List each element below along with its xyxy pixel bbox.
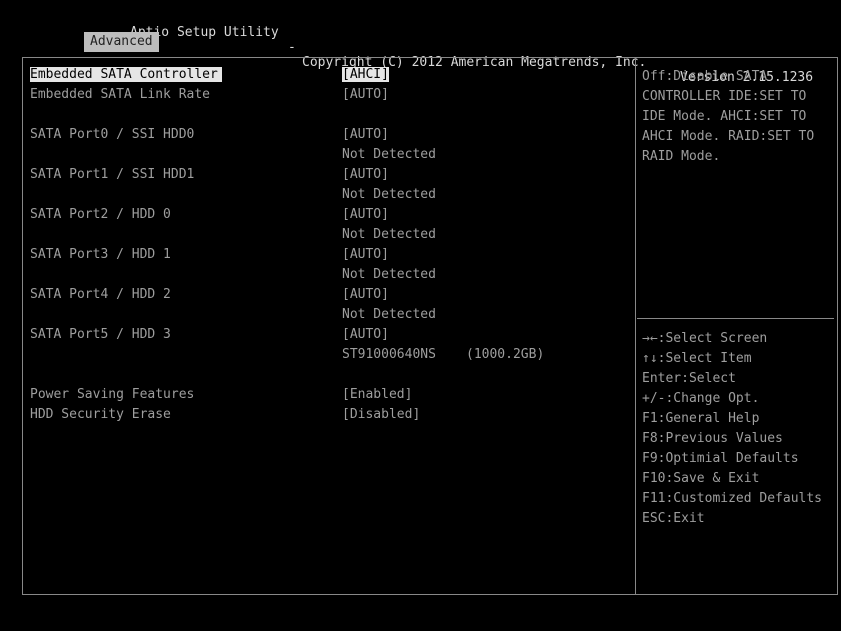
key-select-screen: →←:Select Screen [642,331,768,346]
help-divider [637,318,834,319]
value-embedded-sata-controller[interactable]: [AHCI] [342,66,389,84]
tab-advanced[interactable]: Advanced [84,32,159,52]
setting-sata-port5[interactable]: SATA Port5 / HDD 3 [30,326,171,344]
value-sata-port5[interactable]: [AUTO] [342,326,389,344]
setting-sata-port0[interactable]: SATA Port0 / SSI HDD0 [30,126,194,144]
panel-divider [635,57,636,595]
value-sata-port2[interactable]: [AUTO] [342,206,389,224]
device-sata-port5: ST91000640NS [342,347,436,362]
footer-bar [0,600,841,631]
key-esc-exit: ESC:Exit [642,511,705,526]
key-select-item: ↑↓:Select Item [642,351,752,366]
status-sata-port4: Not Detected [342,307,436,322]
capacity-sata-port5: (1000.2GB) [466,347,545,362]
setting-sata-port1[interactable]: SATA Port1 / SSI HDD1 [30,166,194,184]
setting-embedded-sata-controller[interactable]: Embedded SATA Controller [30,66,222,84]
key-save-exit: F10:Save & Exit [642,471,760,486]
status-sata-port0: Not Detected [342,147,436,162]
setting-sata-port3[interactable]: SATA Port3 / HDD 1 [30,246,171,264]
value-sata-port0[interactable]: [AUTO] [342,126,389,144]
setting-sata-port4[interactable]: SATA Port4 / HDD 2 [30,286,171,304]
key-optimal-defaults: F9:Optimial Defaults [642,451,799,466]
value-hdd-security-erase[interactable]: [Disabled] [342,406,420,424]
setting-sata-port2[interactable]: SATA Port2 / HDD 0 [30,206,171,224]
key-previous-values: F8:Previous Values [642,431,783,446]
key-enter: Enter:Select [642,371,736,386]
key-customized-defaults: F11:Customized Defaults [642,491,823,506]
value-embedded-sata-link-rate[interactable]: [AUTO] [342,86,389,104]
value-sata-port1[interactable]: [AUTO] [342,166,389,184]
setting-embedded-sata-link-rate[interactable]: Embedded SATA Link Rate [30,86,210,104]
key-general-help: F1:General Help [642,411,760,426]
header-bar: Aptio Setup Utility - Copyright (C) 2012… [0,0,841,85]
value-sata-port3[interactable]: [AUTO] [342,246,389,264]
setting-hdd-security-erase[interactable]: HDD Security Erase [30,406,171,424]
status-sata-port1: Not Detected [342,187,436,202]
value-sata-port4[interactable]: [AUTO] [342,286,389,304]
title-separator: - [288,40,296,55]
key-change-opt: +/-:Change Opt. [642,391,760,406]
value-power-saving-features[interactable]: [Enabled] [342,386,412,404]
setting-power-saving-features[interactable]: Power Saving Features [30,386,194,404]
help-description: Off:Disable SATA CONTROLLER IDE:SET TO I… [642,69,815,164]
status-sata-port3: Not Detected [342,267,436,282]
status-sata-port2: Not Detected [342,227,436,242]
